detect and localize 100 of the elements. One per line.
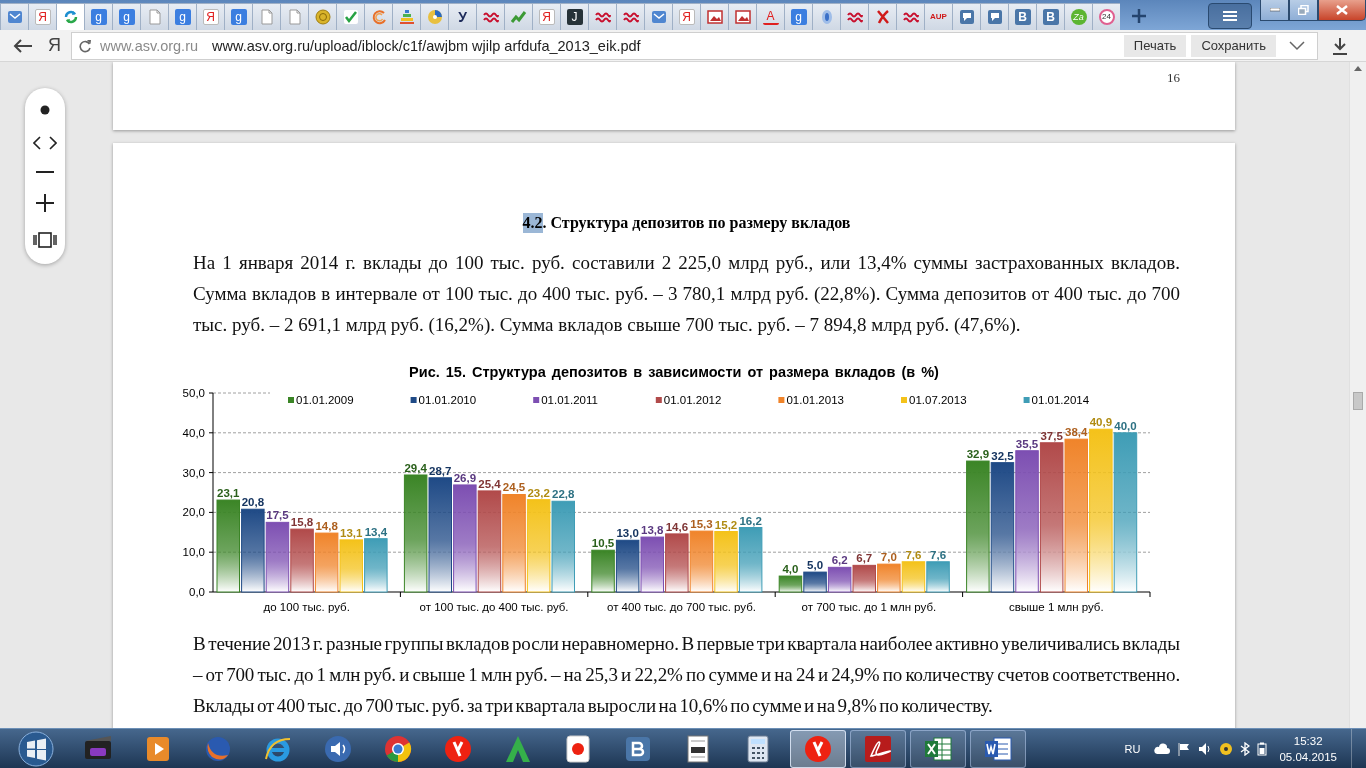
fit-page-icon[interactable] <box>32 232 58 248</box>
browser-tab[interactable] <box>336 3 364 30</box>
trend-icon <box>510 9 527 25</box>
browser-tab[interactable] <box>308 3 336 30</box>
browser-tab[interactable] <box>588 3 616 30</box>
legend-label: 01.07.2013 <box>909 394 967 406</box>
browser-tab[interactable]: B <box>1008 3 1036 30</box>
browser-tab[interactable] <box>980 3 1008 30</box>
browser-tab[interactable] <box>0 3 28 30</box>
bar <box>314 532 339 593</box>
zoom-in-icon[interactable] <box>36 194 54 212</box>
taskbar-button[interactable] <box>910 729 966 768</box>
legend-label: 01.01.2009 <box>296 394 354 406</box>
restore-icon <box>1298 5 1309 15</box>
browser-tab[interactable]: Я <box>672 3 700 30</box>
browser-tab[interactable] <box>840 3 868 30</box>
bluetooth-icon[interactable] <box>1240 741 1251 756</box>
axis-tick-label: 0,0 <box>189 586 205 598</box>
axis-tick-label: 50,0 <box>182 387 205 399</box>
disk-icon[interactable] <box>1219 741 1234 756</box>
data-label: 7,0 <box>880 551 897 564</box>
zoom-out-icon[interactable] <box>36 170 54 174</box>
close-button[interactable] <box>1318 0 1366 21</box>
legend-label: 01.01.2011 <box>541 394 598 406</box>
address-field[interactable]: www.asv.org.ru www.asv.org.ru/upload/iblock/c1f/awjbm wjilp arfdufa_2013_eik.pdf Печать Сохранить <box>71 31 1318 60</box>
data-label: 15,8 <box>290 516 314 529</box>
legend-label: 01.01.2013 <box>786 394 844 406</box>
data-label: 23,2 <box>527 486 550 499</box>
data-label: 22,8 <box>552 488 575 501</box>
language-indicator[interactable]: RU <box>1124 742 1141 755</box>
browser-logo-button[interactable]: Я <box>48 35 61 56</box>
browser-tab[interactable] <box>364 3 392 30</box>
minimize-button[interactable] <box>1260 0 1289 21</box>
browser-tab[interactable]: У <box>448 3 476 30</box>
download-icon[interactable] <box>1332 36 1348 55</box>
browser-tab[interactable] <box>896 3 924 30</box>
browser-tab[interactable] <box>616 3 644 30</box>
back-icon[interactable] <box>12 37 34 54</box>
bar <box>665 533 689 593</box>
cloud-icon[interactable] <box>1154 741 1171 756</box>
menu-button[interactable] <box>1208 3 1252 29</box>
battery-icon[interactable] <box>1257 741 1268 756</box>
toolbar-button[interactable]: Печать <box>1123 34 1187 57</box>
taskbar-button[interactable] <box>970 729 1026 768</box>
reload-icon[interactable] <box>78 38 92 53</box>
start-button[interactable] <box>16 729 56 768</box>
clock-time[interactable]: 15:32 <box>1293 732 1323 749</box>
browser-tab[interactable]: g <box>112 3 140 30</box>
prev-next-icon[interactable] <box>33 136 57 150</box>
toolbar-button[interactable]: Сохранить <box>1191 34 1276 57</box>
bar <box>852 564 876 593</box>
scroll-up-icon[interactable] <box>1354 65 1362 71</box>
browser-tab[interactable] <box>952 3 980 30</box>
data-label: 20,8 <box>241 496 265 509</box>
page-url: www.asv.org.ru/upload/iblock/c1f/awjbm wjilp arfdufa_2013_eik.pdf <box>212 37 641 54</box>
sync-icon <box>62 9 79 25</box>
browser-tab[interactable] <box>700 3 728 30</box>
envelope-icon <box>650 9 667 25</box>
speaker-icon[interactable] <box>1198 741 1213 756</box>
data-label: 13,1 <box>340 526 363 539</box>
data-label: 16,2 <box>739 514 762 527</box>
browser-tab[interactable]: Я <box>28 3 56 30</box>
browser-tab[interactable] <box>728 3 756 30</box>
browser-tab[interactable]: AUP <box>924 3 952 30</box>
browser-tab[interactable]: A <box>756 3 784 30</box>
bar <box>714 531 738 593</box>
browser-tab[interactable]: Za <box>1064 3 1092 30</box>
bar <box>738 527 763 593</box>
browser-tab[interactable]: g <box>168 3 196 30</box>
scrollbar[interactable] <box>1349 62 1366 728</box>
browser-tab[interactable]: g <box>784 3 812 30</box>
browser-tab[interactable] <box>420 3 448 30</box>
flag-icon[interactable] <box>1177 741 1192 756</box>
data-label: 13,0 <box>616 527 639 540</box>
minimize-icon <box>1269 8 1280 12</box>
scroll-thumb[interactable] <box>1353 392 1363 410</box>
legend-label: 01.01.2012 <box>663 394 722 406</box>
taskbar-button[interactable] <box>850 729 906 768</box>
menu-icon <box>1222 10 1238 22</box>
browser-tab[interactable]: g <box>84 3 112 30</box>
browser-tab[interactable] <box>812 3 840 30</box>
browser-tab[interactable] <box>868 3 896 30</box>
category-label: до 100 тыс. руб. <box>263 601 350 613</box>
browser-tab[interactable]: J <box>560 3 588 30</box>
browser-tab[interactable]: Я <box>532 3 560 30</box>
browser-tab[interactable]: g <box>224 3 252 30</box>
browser-tab[interactable] <box>644 3 672 30</box>
chevron-icon[interactable] <box>1289 40 1305 51</box>
browser-tab[interactable]: Я <box>196 3 224 30</box>
browser-tab[interactable] <box>504 3 532 30</box>
browser-tab[interactable] <box>56 3 84 30</box>
maximize-button[interactable] <box>1289 0 1318 21</box>
browser-tab[interactable]: B <box>1036 3 1064 30</box>
dot-icon[interactable] <box>39 104 51 116</box>
browser-tab[interactable] <box>392 3 420 30</box>
clock-date[interactable]: 05.04.2015 <box>1279 748 1337 765</box>
browser-tab[interactable] <box>476 3 504 30</box>
browser-tab[interactable]: 24 <box>1092 3 1120 30</box>
data-label: 28,7 <box>429 464 452 477</box>
data-label: 14,6 <box>665 520 689 533</box>
